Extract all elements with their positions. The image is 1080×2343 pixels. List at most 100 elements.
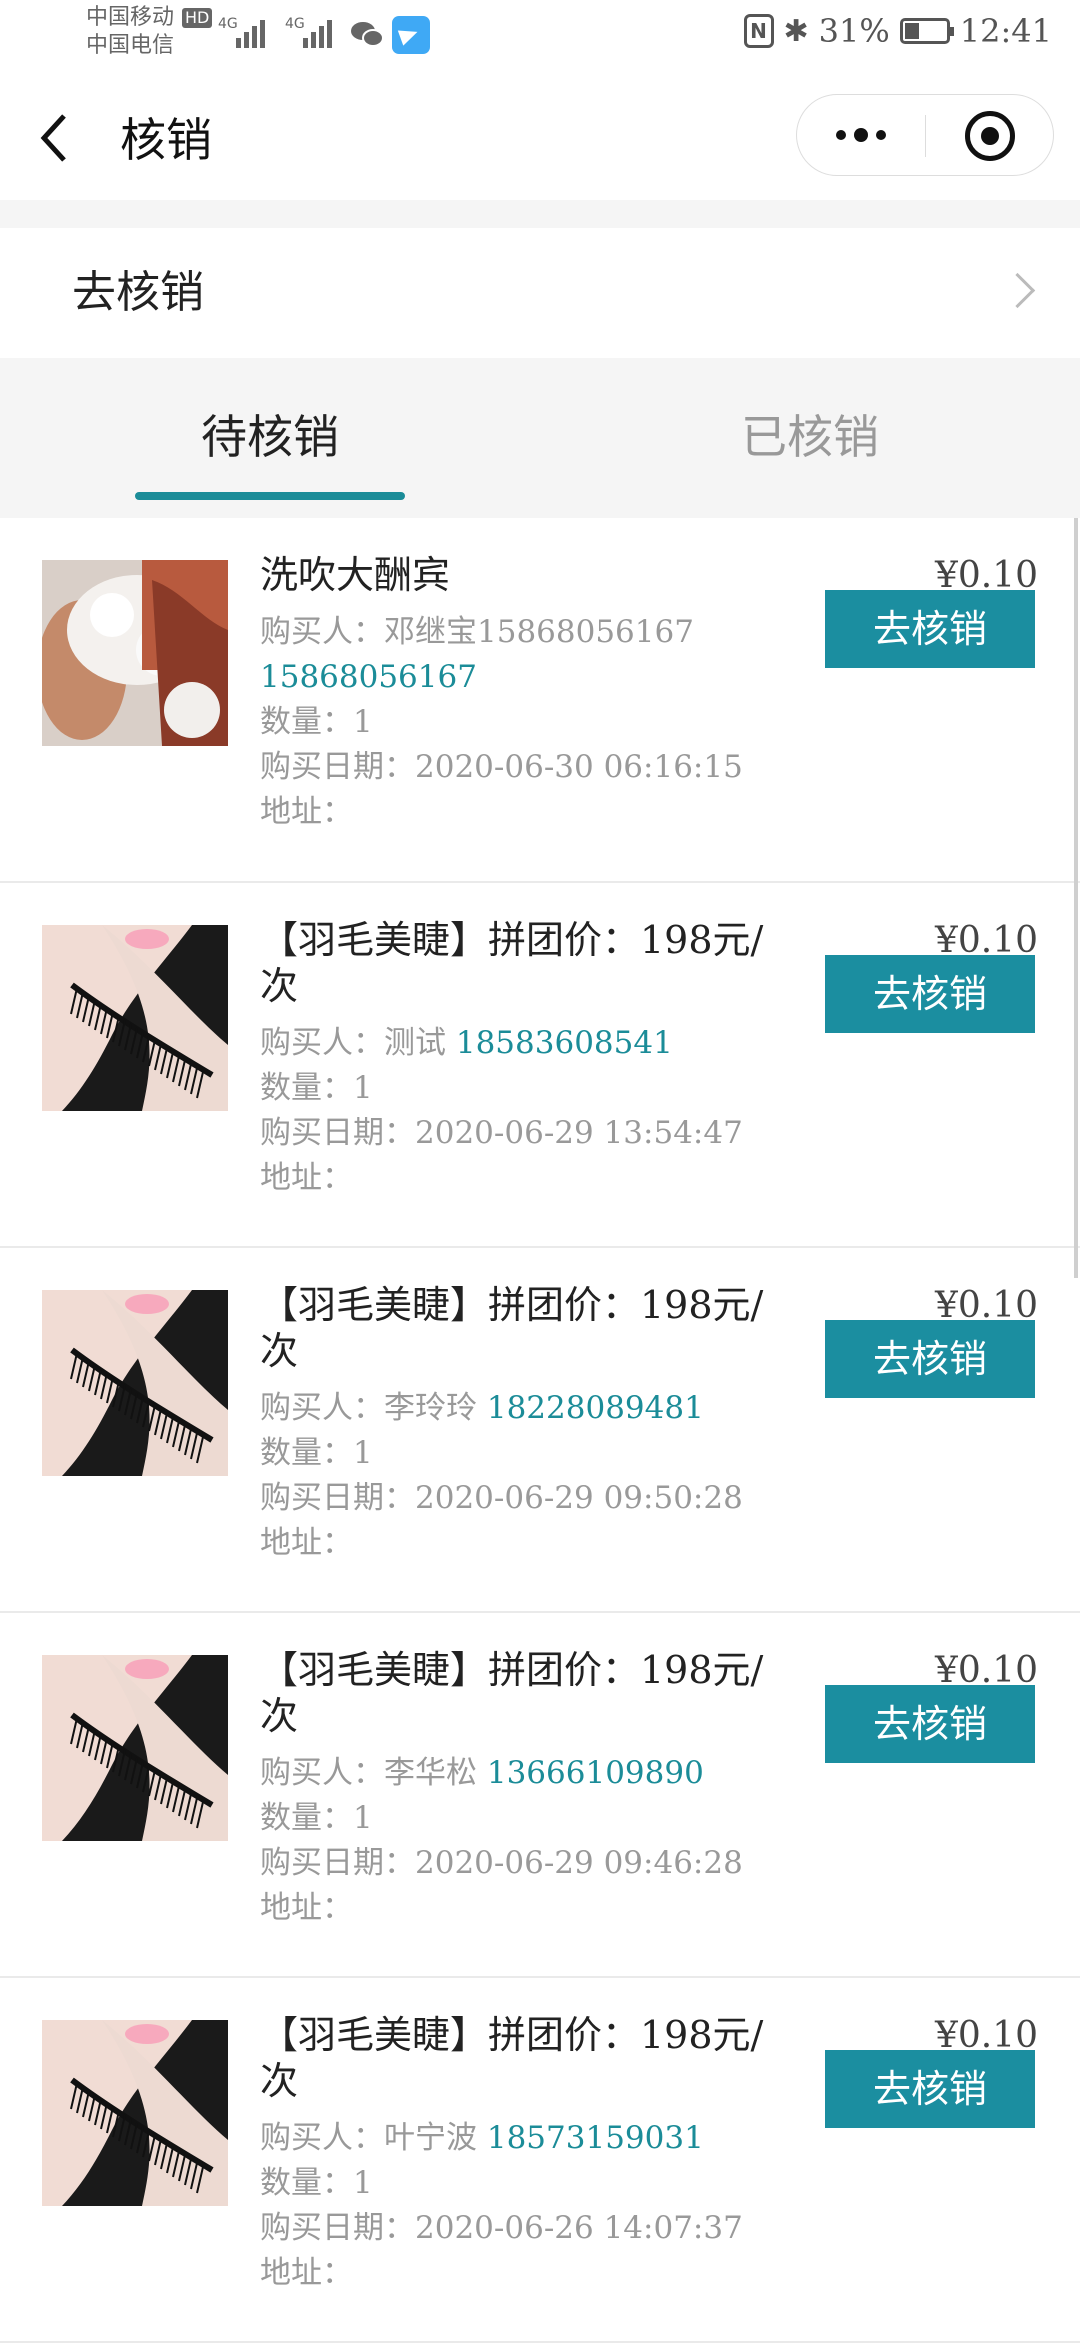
order-list: 洗吹大酬宾 ¥0.10 去核销 购买人：邓继宝15868056167 15868… <box>0 518 1080 2343</box>
bluetooth-icon: ✱ <box>783 13 809 49</box>
product-thumbnail <box>42 925 228 1111</box>
purchase-date-line: 购买日期：2020-06-29 13:54:47 <box>260 1111 800 1156</box>
quantity-label: 数量： <box>260 1070 353 1106</box>
address-label: 地址： <box>260 2255 353 2291</box>
more-icon[interactable] <box>797 95 925 175</box>
purchase-date-label: 购买日期： <box>260 2210 415 2246</box>
quantity-value: 1 <box>353 1800 373 1836</box>
close-mini-program-icon[interactable] <box>965 111 1015 161</box>
purchase-date-value: 2020-06-29 09:46:28 <box>415 1845 743 1881</box>
buyer-label: 购买人： <box>260 1755 384 1791</box>
quantity-label: 数量： <box>260 1435 353 1471</box>
buyer-line: 购买人：叶宁波 18573159031 <box>260 2116 800 2161</box>
address-label: 地址： <box>260 1525 353 1561</box>
purchase-date-value: 2020-06-29 09:50:28 <box>415 1480 743 1516</box>
buyer-name: 邓继宝15868056167 <box>384 614 694 650</box>
purchase-date-line: 购买日期：2020-06-26 14:07:37 <box>260 2206 800 2251</box>
quantity-value: 1 <box>353 1435 373 1471</box>
buyer-phone-link[interactable]: 15868056167 <box>260 659 477 695</box>
quantity-label: 数量： <box>260 1800 353 1836</box>
verify-button[interactable]: 去核销 <box>825 590 1035 668</box>
address-line: 地址： <box>260 1521 800 1566</box>
buyer-name: 测试 <box>384 1025 446 1061</box>
scrollbar <box>1074 518 1078 1278</box>
buyer-line: 购买人：邓继宝15868056167 15868056167 <box>260 610 800 700</box>
quantity-label: 数量： <box>260 2165 353 2201</box>
buyer-label: 购买人： <box>260 2120 384 2156</box>
product-thumbnail <box>42 560 228 746</box>
page-title: 核销 <box>120 113 212 167</box>
signal-icon <box>303 18 332 48</box>
address-label: 地址： <box>260 794 353 830</box>
purchase-date-label: 购买日期： <box>260 1115 415 1151</box>
order-item: 【羽毛美睫】拼团价：198元/次 ¥0.10 去核销 购买人：测试 185836… <box>0 883 1080 1248</box>
app-notification-icon <box>392 16 430 54</box>
tab-done[interactable]: 已核销 <box>660 406 960 468</box>
buyer-label: 购买人： <box>260 614 384 650</box>
order-item: 洗吹大酬宾 ¥0.10 去核销 购买人：邓继宝15868056167 15868… <box>0 518 1080 883</box>
hd-badge: HD <box>182 8 213 28</box>
order-item: 【羽毛美睫】拼团价：198元/次 ¥0.10 去核销 购买人：李玲玲 18228… <box>0 1248 1080 1613</box>
buyer-phone-link[interactable]: 18583608541 <box>456 1025 673 1061</box>
clock: 12:41 <box>959 12 1052 50</box>
purchase-date-line: 购买日期：2020-06-29 09:46:28 <box>260 1841 800 1886</box>
battery-icon <box>899 18 954 44</box>
carrier-info: 中国移动 HD 中国电信 <box>86 4 213 60</box>
quantity-line: 数量：1 <box>260 1796 800 1841</box>
network-type-2: 4G <box>285 16 305 32</box>
order-item: 【羽毛美睫】拼团价：198元/次 ¥0.10 去核销 购买人：叶宁波 18573… <box>0 1978 1080 2343</box>
status-bar: 中国移动 HD 中国电信 4G 4G N ✱ 31% 12:41 <box>0 0 1080 70</box>
signal-icon <box>236 18 265 48</box>
order-title: 【羽毛美睫】拼团价：198元/次 <box>260 1283 764 1373</box>
product-thumbnail <box>42 2020 228 2206</box>
buyer-line: 购买人：李华松 13666109890 <box>260 1751 800 1796</box>
purchase-date-line: 购买日期：2020-06-30 06:16:15 <box>260 745 800 790</box>
buyer-name: 李玲玲 <box>384 1390 477 1426</box>
buyer-line: 购买人：测试 18583608541 <box>260 1021 800 1066</box>
quantity-line: 数量：1 <box>260 2161 800 2206</box>
goto-verify-label: 去核销 <box>72 267 204 318</box>
address-line: 地址： <box>260 790 800 835</box>
quantity-label: 数量： <box>260 704 353 740</box>
address-label: 地址： <box>260 1890 353 1926</box>
purchase-date-label: 购买日期： <box>260 749 415 785</box>
verify-button[interactable]: 去核销 <box>825 1320 1035 1398</box>
verify-button[interactable]: 去核销 <box>825 1685 1035 1763</box>
buyer-phone-link[interactable]: 13666109890 <box>487 1755 704 1791</box>
buyer-phone-link[interactable]: 18573159031 <box>487 2120 704 2156</box>
order-title: 【羽毛美睫】拼团价：198元/次 <box>260 2013 764 2103</box>
buyer-phone-link[interactable]: 18228089481 <box>487 1390 704 1426</box>
tab-bar: 待核销 已核销 <box>0 358 1080 508</box>
quantity-value: 1 <box>353 704 373 740</box>
order-item: 【羽毛美睫】拼团价：198元/次 ¥0.10 去核销 购买人：李华松 13666… <box>0 1613 1080 1978</box>
purchase-date-label: 购买日期： <box>260 1480 415 1516</box>
order-title: 【羽毛美睫】拼团价：198元/次 <box>260 918 764 1008</box>
purchase-date-line: 购买日期：2020-06-29 09:50:28 <box>260 1476 800 1521</box>
carrier-2: 中国电信 <box>86 33 175 58</box>
quantity-line: 数量：1 <box>260 1066 800 1111</box>
wechat-icon <box>351 22 384 47</box>
buyer-name: 叶宁波 <box>384 2120 477 2156</box>
buyer-name: 李华松 <box>384 1755 477 1791</box>
quantity-line: 数量：1 <box>260 1431 800 1476</box>
address-line: 地址： <box>260 1156 800 1201</box>
goto-verify-row[interactable]: 去核销 <box>0 228 1080 358</box>
nav-bar: 核销 <box>0 70 1080 200</box>
product-thumbnail <box>42 1290 228 1476</box>
verify-button[interactable]: 去核销 <box>825 2050 1035 2128</box>
order-title: 洗吹大酬宾 <box>260 553 451 597</box>
chevron-right-icon <box>999 272 1036 309</box>
carrier-1: 中国移动 <box>86 5 175 30</box>
battery-percent: 31% <box>818 12 890 50</box>
mini-program-capsule <box>796 94 1054 176</box>
quantity-value: 1 <box>353 1070 373 1106</box>
back-icon[interactable] <box>36 108 76 168</box>
quantity-line: 数量：1 <box>260 700 800 745</box>
address-line: 地址： <box>260 2251 800 2296</box>
tab-pending[interactable]: 待核销 <box>120 406 420 468</box>
buyer-label: 购买人： <box>260 1390 384 1426</box>
purchase-date-value: 2020-06-26 14:07:37 <box>415 2210 743 2246</box>
product-thumbnail <box>42 1655 228 1841</box>
address-label: 地址： <box>260 1160 353 1196</box>
verify-button[interactable]: 去核销 <box>825 955 1035 1033</box>
